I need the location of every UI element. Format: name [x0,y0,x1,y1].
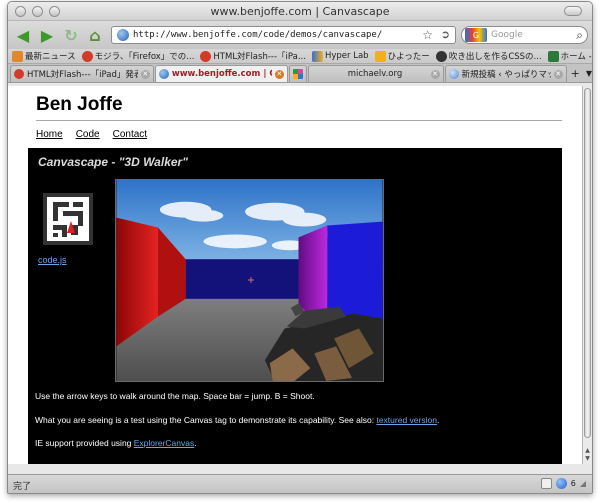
window-title: www.benjoffe.com | Canvascape [210,5,390,18]
title-bar: www.benjoffe.com | Canvascape [8,2,592,21]
tab-colorful-site[interactable] [288,65,307,82]
bookmark-label: Hyper Lab [324,51,369,61]
tab-list-button[interactable]: ▼ [586,65,592,82]
menu-link-contact[interactable]: Contact [113,129,147,140]
status-addon-icon[interactable] [540,478,552,489]
description-text: What you are seeing is a test using the … [35,415,439,425]
home-button[interactable]: ⌂ [84,24,106,46]
forward-arrow-icon: ▶ [40,25,54,45]
site-menu: Home Code Contact [36,129,147,140]
toolbar-toggle-button[interactable] [564,6,582,16]
back-button[interactable]: ◀ [12,24,34,46]
bookmark-label: ひよったー [387,52,430,62]
tab-close-icon[interactable]: ✕ [430,69,440,79]
demo-panel: Canvascape - "3D Walker" code.js Use the… [28,148,562,464]
search-input[interactable]: Google [491,30,523,40]
bookmark-item[interactable]: 最新ニュース [12,50,76,62]
status-count: 6 [570,479,576,488]
code-js-link[interactable]: code.js [38,255,67,265]
bookmark-label: 最新ニュース [25,52,76,62]
go-arrow-icon[interactable]: ➲ [441,28,450,41]
search-icon[interactable]: ⌕ [576,28,583,43]
bookmark-item[interactable]: Hyper Lab [311,50,369,62]
bookmark-favicon-icon [374,50,386,62]
explorercanvas-link[interactable]: ExplorerCanvas [134,438,194,448]
ie-support-prefix: IE support provided using [35,438,134,448]
tab-favicon-icon [14,69,24,79]
tab-favicon-icon [292,69,303,79]
browser-window: www.benjoffe.com | Canvascape ◀ ▶ ↻ ⌂ ht… [7,1,593,494]
header-divider [36,120,562,121]
bookmark-label: ホーム - The Django... [560,52,592,62]
tab-michaelv[interactable]: michaelv.org ✕ [307,65,444,82]
bookmark-item[interactable]: 吹き出しを作るCSSの... [435,50,542,62]
tab-html-flash[interactable]: HTML対Flash---「iPad」発表... ✕ [10,65,154,82]
bookmark-favicon-icon [200,50,212,62]
menu-link-code[interactable]: Code [76,129,100,140]
forward-button[interactable]: ▶ [36,24,58,46]
canvas-3d-view[interactable] [115,179,384,382]
tab-bar: HTML対Flash---「iPad」発表... ✕ www.benjoffe.… [8,64,592,83]
page-viewport: Ben Joffe Home Code Contact Canvascape -… [8,86,584,464]
new-tab-button[interactable]: + [571,65,580,82]
bookmark-item[interactable]: ひよったー [374,50,430,62]
scroll-arrows[interactable]: ▲ ▼ [583,447,592,463]
tab-label: HTML対Flash---「iPad」発表... [27,70,138,80]
bookmark-favicon-icon [435,50,447,62]
ie-support-suffix: . [194,438,197,448]
bookmark-favicon-icon [311,50,323,62]
search-engine-icon[interactable]: G [465,28,487,42]
reload-icon: ↻ [64,25,78,45]
bookmark-favicon-icon [547,50,559,62]
bookmark-favicon-icon [81,50,93,62]
search-box[interactable]: G Google ⌕ [461,26,588,44]
address-bar[interactable]: http://www.benjoffe.com/code/demos/canva… [111,26,456,44]
tab-favicon-icon [158,69,169,79]
description-prefix: What you are seeing is a test using the … [35,415,377,425]
bookmark-favicon-icon [12,50,23,62]
ie-support-text: IE support provided using ExplorerCanvas… [35,438,197,448]
tab-close-icon[interactable]: ✕ [274,69,284,79]
bookmark-label: 吹き出しを作るCSSの... [448,52,542,62]
demo-title: Canvascape - "3D Walker" [38,155,188,169]
bookmark-label: HTML対Flash---「iPa... [213,52,306,62]
home-icon: ⌂ [89,25,101,45]
url-text[interactable]: http://www.benjoffe.com/code/demos/canva… [133,30,382,40]
bookmark-label: モジラ、「Firefox」での... [94,52,195,62]
instructions-text: Use the arrow keys to walk around the ma… [35,391,315,401]
menu-link-home[interactable]: Home [36,129,63,140]
status-bar: 完了 6 ◢ [8,474,592,493]
tab-close-icon[interactable]: ✕ [140,69,150,79]
status-counter-icon[interactable] [555,478,567,489]
tab-benjoffe[interactable]: www.benjoffe.com | Can... ✕ [154,65,288,82]
resize-grip-icon[interactable]: ◢ [580,479,586,488]
tab-label: www.benjoffe.com | Can... [171,69,272,79]
maze-minimap [43,193,93,245]
status-text: 完了 [13,482,32,492]
tab-favicon-icon [448,69,459,79]
site-favicon-icon [117,29,129,41]
tab-label: 新規投稿 ‹ やっぱりマックでし... [461,70,551,80]
status-icons: 6 ◢ [540,478,586,489]
navigation-toolbar: ◀ ▶ ↻ ⌂ http://www.benjoffe.com/code/dem… [8,21,592,49]
back-arrow-icon: ◀ [16,25,30,45]
description-suffix: . [436,415,440,425]
vertical-scrollbar[interactable]: ▲ ▼ [582,86,592,464]
scrollbar-thumb[interactable] [584,88,591,438]
bookmark-item[interactable]: モジラ、「Firefox」での... [81,50,195,62]
textured-version-link[interactable]: textured version [376,415,436,425]
bookmark-star-icon[interactable]: ☆ [422,28,433,42]
tab-label: michaelv.org [347,69,403,79]
bookmark-item[interactable]: HTML対Flash---「iPa... [200,50,306,62]
reload-button[interactable]: ↻ [60,24,82,46]
tab-new-post[interactable]: 新規投稿 ‹ やっぱりマックでし... ✕ [444,65,567,82]
bookmark-item[interactable]: ホーム - The Django... [547,50,592,62]
tab-close-icon[interactable]: ✕ [553,69,563,79]
site-title: Ben Joffe [36,94,123,115]
bookmarks-toolbar: 最新ニュース モジラ、「Firefox」での... HTML対Flash---「… [8,49,592,64]
